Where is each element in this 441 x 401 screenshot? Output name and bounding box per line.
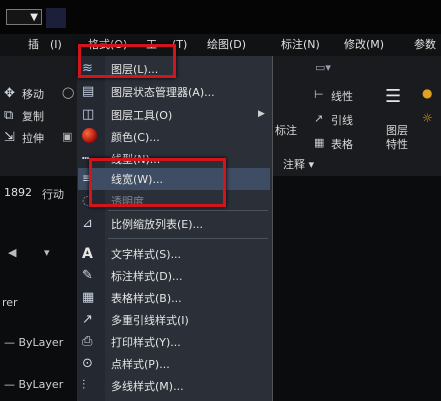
scale-list-icon: ⊿: [82, 216, 93, 231]
leader-label[interactable]: 引线: [331, 112, 353, 128]
view-icon[interactable]: ▭▾: [315, 61, 331, 75]
menu-item-label: 打印样式(Y)...: [111, 336, 181, 349]
table-style-icon: ▦: [82, 290, 95, 305]
copy-icon[interactable]: ⧉: [4, 108, 18, 123]
sun-icon[interactable]: ☼: [422, 111, 436, 125]
collapse-arrow-icon[interactable]: ▾: [44, 246, 50, 259]
layer-tools-icon: ◫: [82, 107, 95, 122]
menu-item-label: 点样式(P)...: [111, 358, 170, 371]
menu-item-label: 比例缩放列表(E)...: [111, 218, 204, 231]
text-style-icon: A: [82, 246, 93, 262]
move-tool[interactable]: 移动: [22, 86, 44, 102]
menu-insert[interactable]: 插: [28, 34, 39, 56]
menu-modify[interactable]: 修改(M): [344, 34, 384, 56]
properties-label[interactable]: 特性: [386, 136, 408, 152]
menu-insert-key[interactable]: (I): [50, 34, 62, 56]
submenu-arrow-icon: ▶: [258, 109, 265, 119]
linear-dim-icon[interactable]: ⊢: [314, 88, 324, 101]
app-icon[interactable]: [46, 8, 66, 28]
expand-arrow-icon[interactable]: ◀: [8, 246, 16, 259]
copy-tool[interactable]: 复制: [22, 108, 44, 124]
stretch-icon[interactable]: ⇲: [4, 130, 18, 145]
menu-item-label: 图层状态管理器(A)...: [111, 86, 215, 99]
menu-item-layer-state-manager[interactable]: ▤ 图层状态管理器(A)...: [78, 81, 270, 103]
linear-dim-label[interactable]: 线性: [331, 88, 353, 104]
menu-separator: [108, 210, 268, 211]
lightbulb-icon[interactable]: ●: [422, 86, 436, 100]
mleader-style-icon: ↗: [82, 312, 93, 327]
coordinate-readout: 1892: [4, 186, 32, 199]
scale-icon[interactable]: ▣: [62, 130, 76, 144]
mline-style-icon: ⫶: [82, 378, 86, 393]
table-icon[interactable]: ▦: [314, 136, 324, 149]
menu-parametric[interactable]: 参数: [414, 34, 436, 56]
menu-item-label: 颜色(C)...: [111, 131, 160, 144]
menu-draw[interactable]: 绘图(D): [207, 34, 246, 56]
point-style-icon: ⊙: [82, 356, 93, 371]
menu-bar: 插 (I) 格式(O) 工 (T) 绘图(D) 标注(N) 修改(M) 参数: [0, 34, 441, 57]
menu-item-mline-style[interactable]: ⫶ 多线样式(M)...: [78, 375, 270, 397]
table-label[interactable]: 表格: [331, 136, 353, 152]
leader-icon[interactable]: ↗: [314, 112, 323, 125]
layer-property-label: rer: [2, 296, 18, 309]
stretch-tool[interactable]: 拉伸: [22, 130, 44, 146]
color-bylayer-value[interactable]: — ByLayer: [4, 336, 63, 349]
menu-item-label: 多重引线样式(I): [111, 314, 189, 327]
dimension-label[interactable]: 标注: [275, 122, 297, 138]
menu-item-dim-style[interactable]: ✎ 标注样式(D)...: [78, 265, 270, 287]
rotate-icon[interactable]: ◯: [62, 86, 76, 100]
annotation-panel-dropdown[interactable]: 注释 ▾: [283, 156, 314, 172]
menu-item-mleader-style[interactable]: ↗ 多重引线样式(I): [78, 309, 270, 331]
color-icon: [82, 128, 97, 143]
menu-item-point-style[interactable]: ⊙ 点样式(P)...: [78, 353, 270, 375]
menu-item-layer-tools[interactable]: ◫ 图层工具(O) ▶: [78, 104, 270, 126]
annotation-frame-lineweight: [89, 158, 226, 207]
menu-item-text-style[interactable]: A 文字样式(S)...: [78, 243, 270, 265]
menu-item-scale-list[interactable]: ⊿ 比例缩放列表(E)...: [78, 213, 270, 235]
menu-dimension[interactable]: 标注(N): [281, 34, 320, 56]
menu-item-label: 标注样式(D)...: [111, 270, 183, 283]
menu-item-label: 图层工具(O): [111, 109, 173, 122]
plot-style-icon: ⎙: [82, 334, 93, 349]
dropdown-arrow-icon: ▼: [30, 12, 38, 23]
annotation-frame-format-menu: [78, 44, 176, 78]
dim-style-icon: ✎: [82, 268, 93, 283]
menu-item-color[interactable]: 颜色(C)...: [78, 126, 270, 148]
linetype-bylayer-value[interactable]: — ByLayer: [4, 378, 63, 391]
menu-item-label: 文字样式(S)...: [111, 248, 182, 261]
menu-item-label: 多线样式(M)...: [111, 380, 184, 393]
menu-item-table-style[interactable]: ▦ 表格样式(B)...: [78, 287, 270, 309]
title-bar: [0, 0, 441, 34]
move-icon[interactable]: ✥: [4, 86, 18, 101]
menu-item-label: 表格样式(B)...: [111, 292, 182, 305]
menu-item-plot-style[interactable]: ⎙ 打印样式(Y)...: [78, 331, 270, 353]
menu-separator: [108, 238, 268, 239]
quick-access-dropdown[interactable]: ▼: [6, 9, 42, 25]
coordinate-suffix: 行动: [42, 188, 64, 201]
layers-stack-icon[interactable]: ☰: [385, 86, 405, 107]
layer-state-icon: ▤: [82, 84, 95, 99]
